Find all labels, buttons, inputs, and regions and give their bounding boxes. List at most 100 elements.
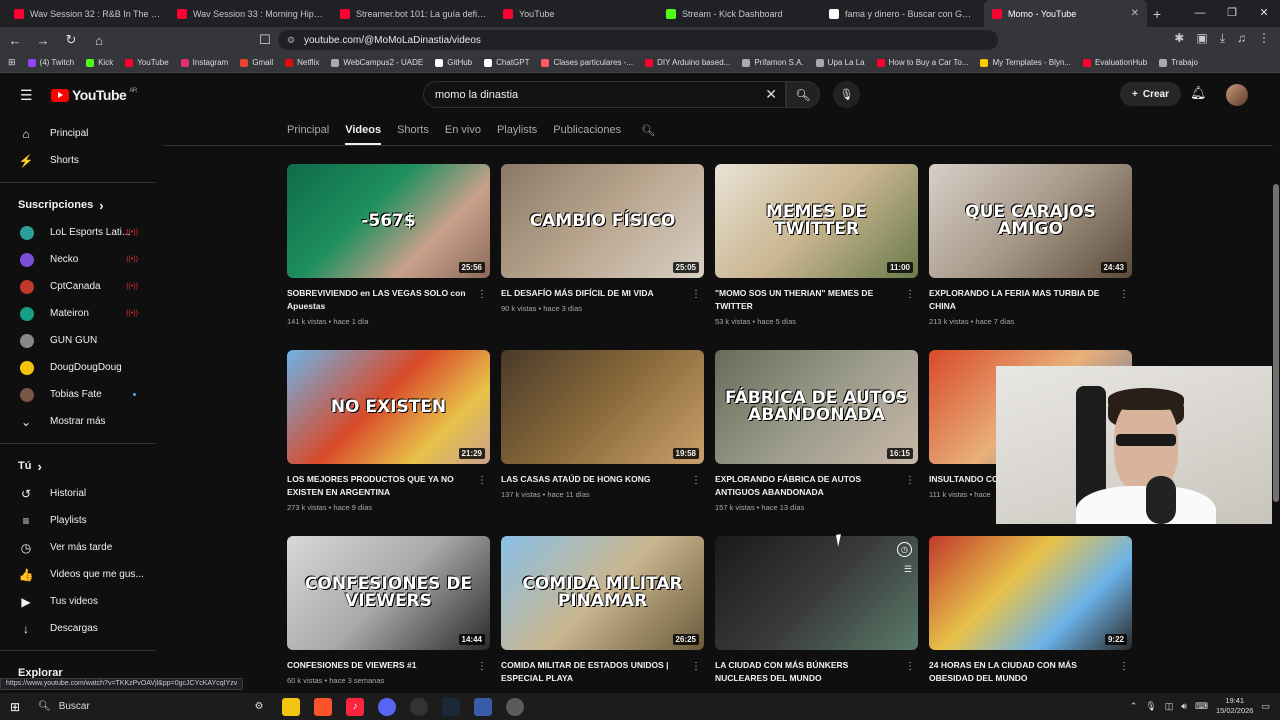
- bookmark-item[interactable]: ChatGPT: [484, 58, 529, 67]
- video-options-icon[interactable]: ⋮: [477, 289, 487, 300]
- minimize-icon[interactable]: —: [1184, 0, 1216, 27]
- bookmark-item[interactable]: GitHub: [435, 58, 472, 67]
- browser-tab[interactable]: Stream - Kick Dashboard: [658, 0, 821, 27]
- video-card[interactable]: CAMBIO FÍSICO 25:05 EL DESAFÍO MÁS DIFÍCIL…: [501, 164, 704, 313]
- streamerbot-icon[interactable]: [506, 697, 524, 716]
- show-more-button[interactable]: ⌄ Mostrar más: [0, 408, 156, 435]
- brave-browser-icon[interactable]: [314, 697, 332, 716]
- taskbar-search[interactable]: 🔍︎ Buscar: [30, 701, 220, 712]
- browser-tab[interactable]: YouTube: [495, 0, 658, 27]
- app-icon[interactable]: [474, 697, 492, 716]
- sidebar-subscription-item[interactable]: GUN GUN: [0, 327, 156, 354]
- browser-tab[interactable]: Wav Session 33 : Morning Hiphop: [169, 0, 332, 27]
- video-card[interactable]: CONFESIONES DE VIEWERS 14:44 CONFESIONES D…: [287, 536, 490, 685]
- watch-later-icon[interactable]: ◷: [897, 542, 912, 557]
- video-title[interactable]: EXPLORANDO LA FERIA MAS TURBIA DE CHINA: [929, 287, 1132, 313]
- home-icon[interactable]: ⌂: [92, 33, 106, 48]
- video-card[interactable]: 19:58 LAS CASAS ATAÚD DE HONG KONG 137 k v…: [501, 350, 704, 499]
- bookmark-icon[interactable]: ☐: [258, 32, 272, 48]
- video-thumbnail[interactable]: MEMES DE TWITTER 11:00: [715, 164, 918, 278]
- video-card[interactable]: -567$ 25:56 SOBREVIVIENDO en LAS VEGAS SOL…: [287, 164, 490, 326]
- video-title[interactable]: "MOMO SOS UN THERIAN" MEMES DE TWITTER: [715, 287, 918, 313]
- video-options-icon[interactable]: ⋮: [691, 475, 701, 486]
- tab-principal[interactable]: Principal: [287, 124, 329, 136]
- bookmark-item[interactable]: YouTube: [125, 58, 169, 67]
- video-options-icon[interactable]: ⋮: [1119, 661, 1129, 672]
- browser-tab[interactable]: Streamer.bot 101: La guía definitiva: [332, 0, 495, 27]
- video-card[interactable]: FÁBRICA DE AUTOS ABANDONADA 16:15 EXPLORAN…: [715, 350, 918, 512]
- add-to-queue-icon[interactable]: ☰: [904, 564, 912, 575]
- video-title[interactable]: 24 HORAS EN LA CIUDAD CON MÁS OBESIDAD D…: [929, 659, 1132, 685]
- discord-icon[interactable]: [378, 697, 396, 716]
- bookmark-item[interactable]: Trabajo: [1159, 58, 1198, 67]
- video-thumbnail[interactable]: CONFESIONES DE VIEWERS 14:44: [287, 536, 490, 650]
- hamburger-menu-icon[interactable]: ☰: [20, 87, 33, 104]
- browser-tab[interactable]: fama y dinero - Buscar con Google: [821, 0, 984, 27]
- tray-chevron-icon[interactable]: ⌃: [1130, 701, 1138, 712]
- back-icon[interactable]: ←: [8, 33, 22, 48]
- media-icon[interactable]: ♫: [1237, 31, 1246, 46]
- video-options-icon[interactable]: ⋮: [691, 661, 701, 672]
- video-card[interactable]: 9:22 24 HORAS EN LA CIUDAD CON MÁS OBESID…: [929, 536, 1132, 685]
- sidebar-subscription-item[interactable]: Tobias Fate: [0, 381, 156, 408]
- sidebar-item-home[interactable]: ⌂ Principal: [0, 120, 156, 147]
- video-thumbnail[interactable]: ◷ ☰: [715, 536, 918, 650]
- sidebar-item-history[interactable]: ↺ Historial: [0, 480, 156, 507]
- create-button[interactable]: + Crear: [1120, 82, 1181, 106]
- video-options-icon[interactable]: ⋮: [1119, 289, 1129, 300]
- video-card[interactable]: NO EXISTEN 21:29 LOS MEJORES PRODUCTOS QUE…: [287, 350, 490, 512]
- bookmark-item[interactable]: WebCampus2 - UADE: [331, 58, 423, 67]
- video-title[interactable]: EXPLORANDO FÁBRICA DE AUTOS ANTIGUOS ABA…: [715, 473, 918, 499]
- sidebar-subscription-item[interactable]: CptCanada ((•)): [0, 273, 156, 300]
- steam-icon[interactable]: [442, 697, 460, 716]
- volume-icon[interactable]: 🔊︎: [1181, 701, 1187, 712]
- video-thumbnail[interactable]: QUE CARAJOS AMIGO 24:43: [929, 164, 1132, 278]
- notifications-bell-icon[interactable]: 🔔︎: [1190, 85, 1207, 101]
- bookmark-item[interactable]: Gmail: [240, 58, 273, 67]
- obs-icon[interactable]: [410, 697, 428, 716]
- video-title[interactable]: LAS CASAS ATAÚD DE HONG KONG: [501, 473, 704, 486]
- tab-videos[interactable]: Videos: [345, 124, 382, 145]
- bookmark-item[interactable]: My Templates - Blyn...: [980, 58, 1071, 67]
- video-title[interactable]: LA CIUDAD CON MÁS BÚNKERS NUCLEARES DEL …: [715, 659, 918, 685]
- subscriptions-heading[interactable]: Suscripciones ›: [0, 191, 156, 219]
- bookmark-item[interactable]: (4) Twitch: [27, 58, 74, 67]
- music-app-icon[interactable]: ♪: [346, 697, 364, 716]
- sidebar-item-playlists[interactable]: ≡ Playlists: [0, 507, 156, 534]
- video-thumbnail[interactable]: -567$ 25:56: [287, 164, 490, 278]
- network-icon[interactable]: ◫: [1165, 701, 1174, 712]
- you-heading[interactable]: Tú ›: [0, 452, 156, 480]
- site-info-icon[interactable]: ⚙: [287, 35, 295, 46]
- video-card[interactable]: ◷ ☰ LA CIUDAD CON MÁS BÚNKERS NUCLEARES DE…: [715, 536, 918, 685]
- bookmark-item[interactable]: DIY Arduino based...: [645, 58, 730, 67]
- video-options-icon[interactable]: ⋮: [905, 289, 915, 300]
- video-options-icon[interactable]: ⋮: [691, 289, 701, 300]
- url-field[interactable]: ⚙ youtube.com/@MoMoLaDinastia/videos: [278, 30, 998, 50]
- video-thumbnail[interactable]: NO EXISTEN 21:29: [287, 350, 490, 464]
- taskbar-clock[interactable]: 19:41 15/02/2026: [1216, 696, 1254, 716]
- forward-icon[interactable]: →: [36, 33, 50, 48]
- tab-publicaciones[interactable]: Publicaciones: [553, 124, 621, 136]
- video-thumbnail[interactable]: FÁBRICA DE AUTOS ABANDONADA 16:15: [715, 350, 918, 464]
- search-button[interactable]: 🔍︎: [786, 81, 820, 108]
- settings-icon[interactable]: ⚙: [250, 698, 268, 716]
- sidebar-item-shorts[interactable]: ⚡ Shorts: [0, 147, 156, 174]
- video-card[interactable]: QUE CARAJOS AMIGO 24:43 EXPLORANDO LA FERI…: [929, 164, 1132, 326]
- video-title[interactable]: LOS MEJORES PRODUCTOS QUE YA NO EXISTEN …: [287, 473, 490, 499]
- tray-mic-icon[interactable]: 🎙︎: [1145, 701, 1156, 712]
- video-title[interactable]: COMIDA MILITAR DE ESTADOS UNIDOS | ESPEC…: [501, 659, 704, 685]
- browser-tab[interactable]: Momo - YouTube ✕: [984, 0, 1147, 27]
- notifications-icon[interactable]: ▭: [1261, 701, 1270, 712]
- video-title[interactable]: CONFESIONES DE VIEWERS #1: [287, 659, 490, 672]
- bookmark-item[interactable]: How to Buy a Car To...: [876, 58, 968, 67]
- video-title[interactable]: EL DESAFÍO MÁS DIFÍCIL DE MI VIDA: [501, 287, 704, 300]
- bookmark-item[interactable]: Upa La La: [815, 58, 865, 67]
- apps-icon[interactable]: ⊞: [8, 57, 16, 68]
- video-options-icon[interactable]: ⋮: [477, 661, 487, 672]
- sidebar-item-liked[interactable]: 👍 Videos que me gus...: [0, 561, 156, 588]
- file-explorer-icon[interactable]: [282, 697, 300, 716]
- menu-icon[interactable]: ⋮: [1258, 31, 1270, 46]
- sidepanel-icon[interactable]: ▣: [1196, 31, 1207, 46]
- bookmark-item[interactable]: EvaluationHub: [1083, 58, 1147, 67]
- tab-en-vivo[interactable]: En vivo: [445, 124, 481, 136]
